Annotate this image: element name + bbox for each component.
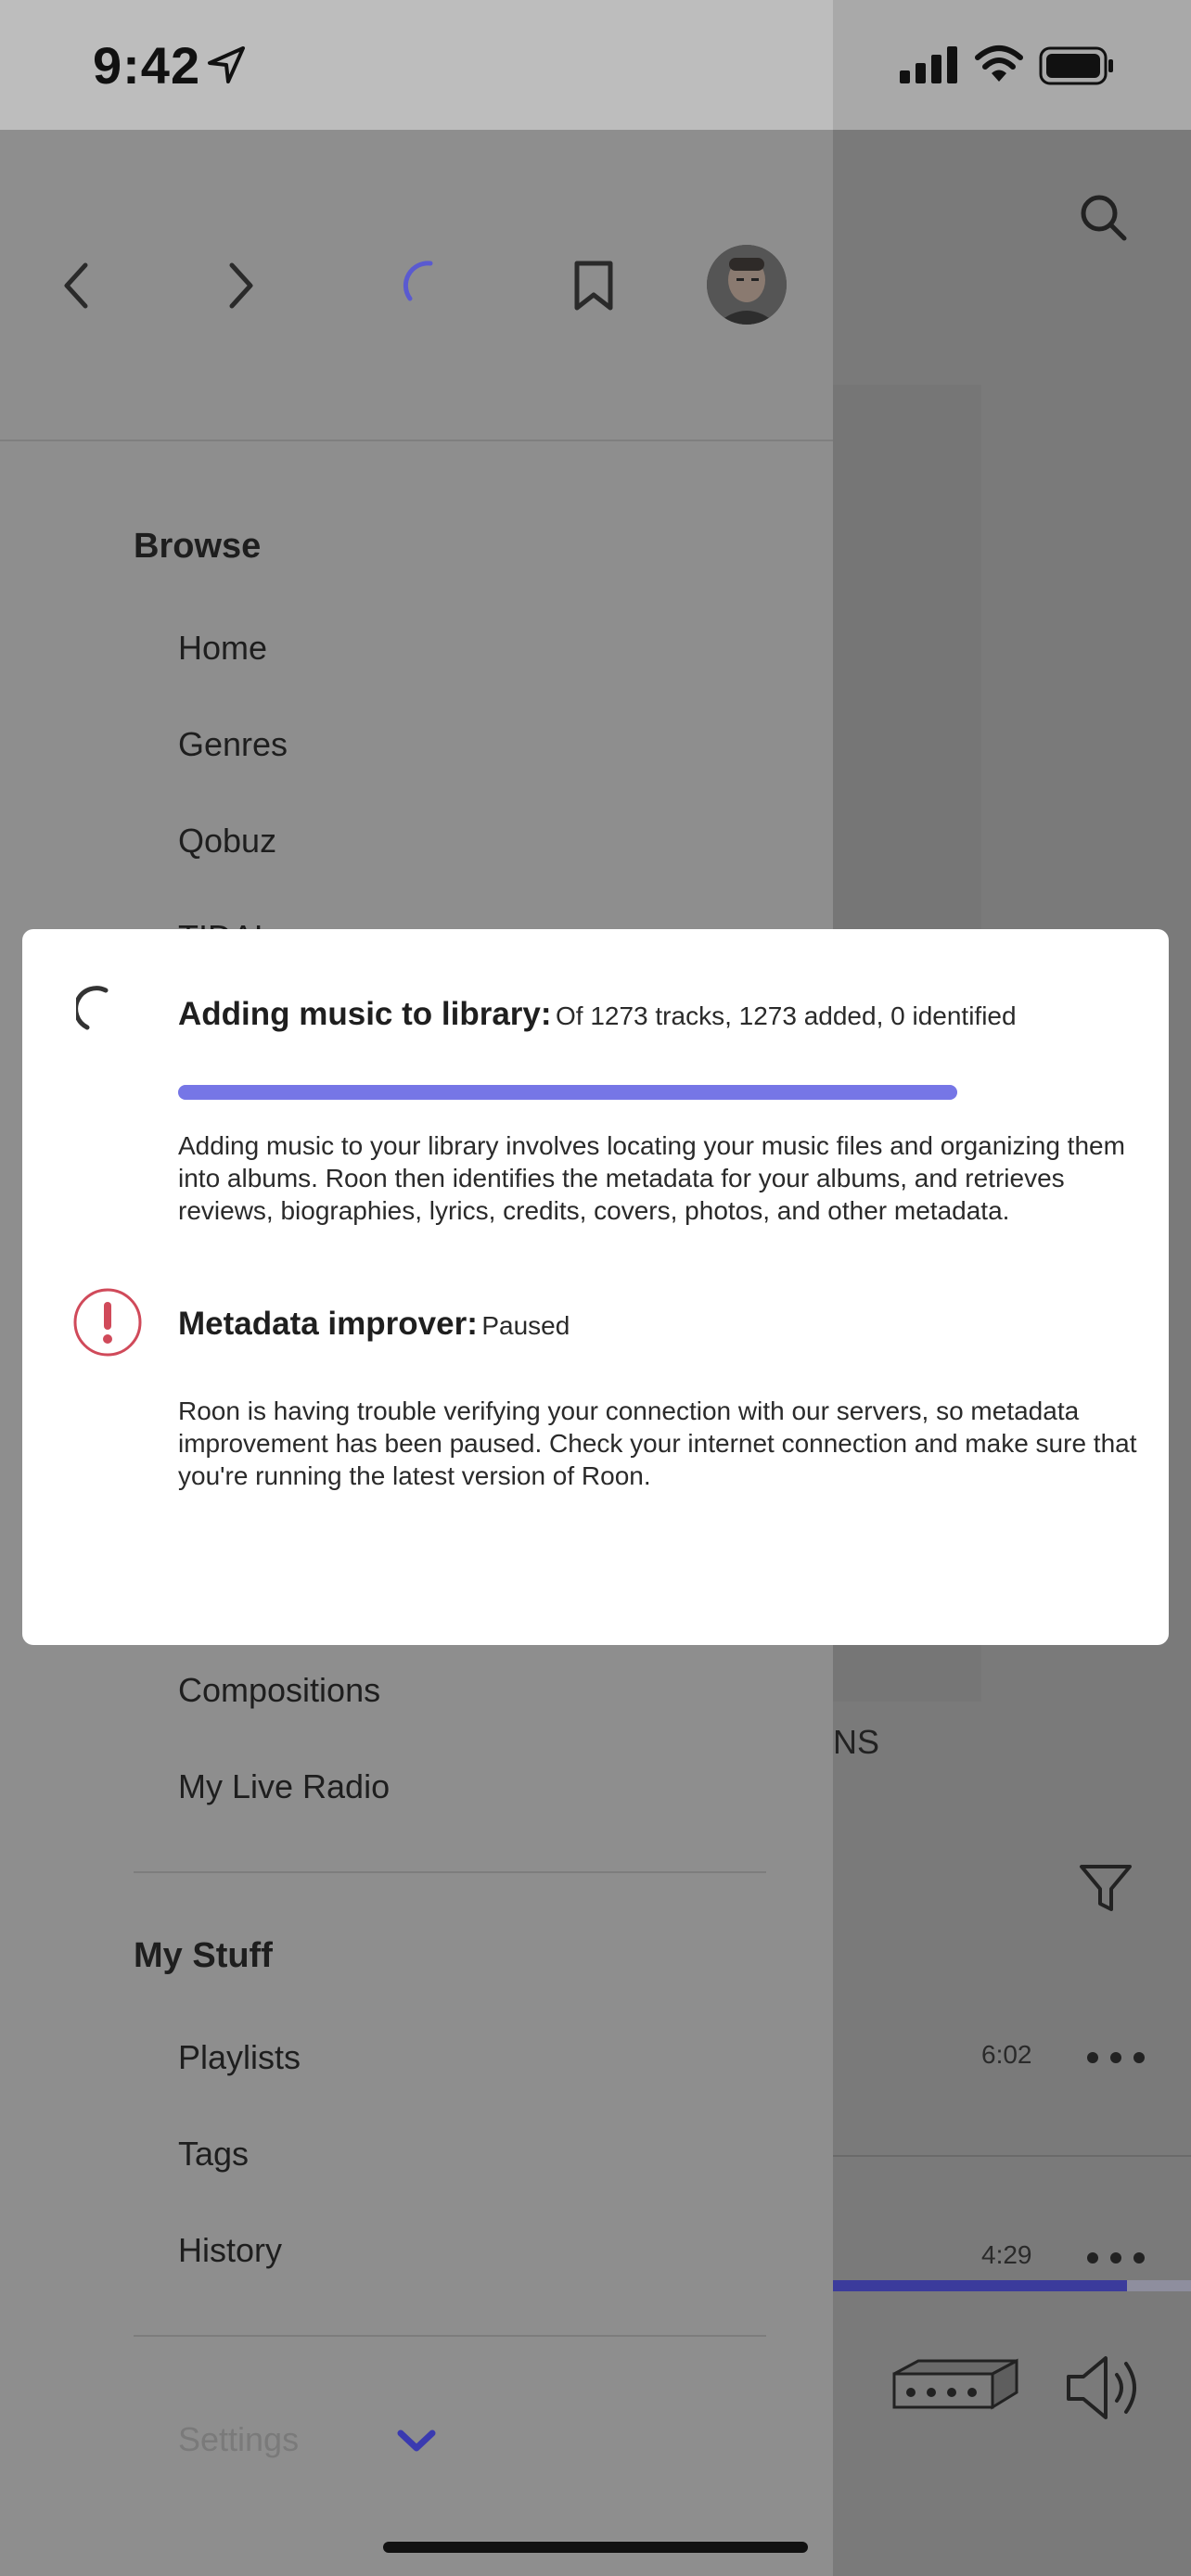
library-status-dialog: Adding music to library: Of 1273 tracks,… <box>22 929 1169 1645</box>
section-divider <box>134 2335 766 2337</box>
metadata-improver-heading: Metadata improver: Paused <box>178 1306 570 1343</box>
adding-music-heading: Adding music to library: Of 1273 tracks,… <box>178 996 1017 1033</box>
nav-item-my-live-radio[interactable]: My Live Radio <box>178 1767 390 1806</box>
metadata-improver-description: Roon is having trouble verifying your co… <box>178 1396 1137 1490</box>
track-duration: 6:02 <box>981 2040 1032 2069</box>
status-time: 9:42 <box>93 36 201 95</box>
nav-item-settings[interactable]: Settings <box>178 2420 299 2459</box>
track-row[interactable]: 6:02 <box>833 2021 1191 2105</box>
location-arrow-icon <box>206 45 247 85</box>
loading-spinner-icon <box>73 985 128 1037</box>
bookmark-icon[interactable] <box>568 258 620 313</box>
filter-icon[interactable] <box>1076 1859 1135 1919</box>
home-indicator[interactable] <box>383 2542 808 2553</box>
cellular-signal-icon <box>900 46 959 83</box>
track-duration: 4:29 <box>981 2240 1032 2269</box>
profile-avatar-icon[interactable] <box>707 245 787 325</box>
adding-music-status: Of 1273 tracks, 1273 added, 0 identified <box>556 1001 1017 1030</box>
nav-item-tags[interactable]: Tags <box>178 2135 249 2174</box>
nav-item-qobuz[interactable]: Qobuz <box>178 822 276 861</box>
wifi-icon <box>974 45 1024 85</box>
adding-music-title: Adding music to library: <box>178 996 552 1032</box>
loading-spinner-icon <box>397 256 453 312</box>
volume-icon[interactable] <box>1063 2351 1146 2425</box>
nav-item-history[interactable]: History <box>178 2231 282 2270</box>
nav-item-genres[interactable]: Genres <box>178 725 288 764</box>
toolbar-divider <box>0 440 833 441</box>
section-label-partial: NS <box>833 1723 880 1761</box>
audio-device-icon[interactable] <box>890 2355 1020 2420</box>
more-dots-icon[interactable] <box>1083 2044 1148 2072</box>
nav-item-playlists[interactable]: Playlists <box>178 2038 301 2077</box>
track-row-divider <box>833 2155 1191 2157</box>
warning-exclamation-icon <box>72 1287 143 1358</box>
metadata-improver-title: Metadata improver: <box>178 1306 478 1342</box>
chevron-down-icon[interactable] <box>393 2422 440 2459</box>
nav-item-compositions[interactable]: Compositions <box>178 1671 380 1710</box>
more-dots-icon[interactable] <box>1083 2244 1148 2272</box>
search-icon[interactable] <box>1076 190 1132 246</box>
battery-icon <box>1039 46 1115 85</box>
nav-item-home[interactable]: Home <box>178 629 267 668</box>
chevron-right-icon[interactable] <box>223 258 260 313</box>
adding-music-progress-bar <box>178 1085 957 1100</box>
section-divider <box>134 1871 766 1873</box>
metadata-improver-status: Paused <box>481 1311 570 1340</box>
adding-music-progress-fill <box>178 1085 957 1100</box>
my-stuff-section-title: My Stuff <box>134 1936 273 1975</box>
browse-section-title: Browse <box>134 527 262 566</box>
chevron-left-icon[interactable] <box>58 258 95 313</box>
playback-progress-fill <box>833 2280 1127 2291</box>
playback-progress-bar[interactable] <box>833 2280 1191 2291</box>
adding-music-description: Adding music to your library involves lo… <box>178 1131 1125 1225</box>
